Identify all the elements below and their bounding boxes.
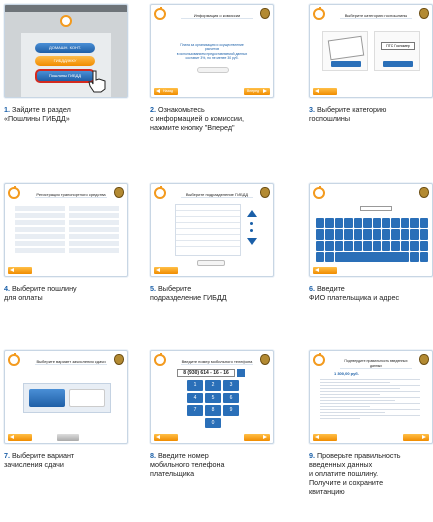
emblem-icon <box>419 187 429 198</box>
step-4-caption: 4. Выберите пошлину для оплаты <box>4 284 77 302</box>
fio-input[interactable] <box>360 206 392 211</box>
scroll-down-icon[interactable] <box>247 238 257 245</box>
step-1: ДОМАШН. КОНТ. ГИБДД/ЖКУ Пошлины ГИБДД 1.… <box>4 4 132 123</box>
logo-icon <box>154 7 166 20</box>
step-1-screenshot: ДОМАШН. КОНТ. ГИБДД/ЖКУ Пошлины ГИБДД <box>4 4 128 98</box>
logo-icon <box>313 353 325 366</box>
step-8: Введите номер мобильного телефона 8 (930… <box>150 350 278 478</box>
screen-title: Регистрация транспортного средства <box>35 192 107 198</box>
category-card-2[interactable]: ПТС Госномер <box>374 31 420 71</box>
numeric-keypad[interactable]: 1 2 3 4 5 6 7 8 9 0 <box>187 380 239 428</box>
screen-title: Выберите подразделение ГИБДД <box>181 192 253 198</box>
screen-title: Подтвердите правильность введенных данны… <box>340 359 412 369</box>
step-6: 6. Введите ФИО плательщика и адрес <box>309 183 433 302</box>
step-6-screenshot <box>309 183 433 277</box>
amount-value: 1 300,00 руб. <box>334 371 359 376</box>
step-7: Выберите вариант зачисления сдачи 7. Выб… <box>4 350 132 469</box>
back-button[interactable] <box>313 267 337 274</box>
forward-button[interactable]: Вперед <box>244 88 270 95</box>
logo-icon <box>154 186 166 199</box>
phone-input[interactable]: 8 (930) 614 - 16 - 16 <box>177 369 235 377</box>
screen-title: Информация о комиссии <box>181 13 253 19</box>
step-8-screenshot: Введите номер мобильного телефона 8 (930… <box>150 350 274 444</box>
step-2-screenshot: Информация о комиссии Плата за организац… <box>150 4 274 98</box>
hand-cursor-icon <box>87 69 107 93</box>
emblem-icon <box>260 354 270 365</box>
category-card-1[interactable] <box>322 31 368 71</box>
step-9-screenshot: Подтвердите правильность введенных данны… <box>309 350 433 444</box>
step-5: Выберите подразделение ГИБДД 5. Выберите… <box>150 183 278 302</box>
emblem-icon <box>260 187 270 198</box>
menu-item-2[interactable]: ГИБДД/ЖКУ <box>35 56 95 66</box>
step-9: Подтвердите правильность введенных данны… <box>309 350 433 496</box>
menu-item-1[interactable]: ДОМАШН. КОНТ. <box>35 43 95 53</box>
step-5-caption: 5. Выберите подразделение ГИБДД <box>150 284 227 302</box>
screen-title: Выберите вариант зачисления сдачи <box>35 359 107 365</box>
step-9-caption: 9. Проверьте правильность введенных данн… <box>309 451 401 496</box>
back-button[interactable]: Назад <box>154 88 178 95</box>
step-7-screenshot: Выберите вариант зачисления сдачи <box>4 350 128 444</box>
screen-title: Выберите категорию госпошлины <box>340 13 412 19</box>
emblem-icon <box>114 187 124 198</box>
step-3: Выберите категорию госпошлины ПТС Госном… <box>309 4 433 123</box>
scroll-up-icon[interactable] <box>247 210 257 217</box>
step-3-caption: 3. Выберите категорию госпошлины <box>309 105 387 123</box>
back-button[interactable] <box>8 267 32 274</box>
emblem-icon <box>419 354 429 365</box>
change-option-2[interactable] <box>69 389 105 407</box>
step-1-caption: 1. Зайдите в раздел «Пошлины ГИБДД» <box>4 105 71 123</box>
back-button[interactable] <box>8 434 32 441</box>
pay-button[interactable] <box>403 434 429 441</box>
step-5-screenshot: Выберите подразделение ГИБДД <box>150 183 274 277</box>
back-button[interactable] <box>154 434 178 441</box>
logo-icon <box>8 186 20 199</box>
step-2-caption: 2. Ознакомьтесь с информацией о комиссии… <box>150 105 244 132</box>
menu-item-gibdd[interactable]: Пошлины ГИБДД <box>35 69 95 83</box>
logo-icon <box>8 353 20 366</box>
logo-icon <box>154 353 166 366</box>
step-4: Регистрация транспортного средства 4. Вы… <box>4 183 132 302</box>
step-2: Информация о комиссии Плата за организац… <box>150 4 278 132</box>
screen-title: Введите номер мобильного телефона <box>181 359 253 365</box>
emblem-icon <box>419 8 429 19</box>
emblem-icon <box>114 354 124 365</box>
step-7-caption: 7. Выберите вариант зачисления сдачи <box>4 451 75 469</box>
step-4-screenshot: Регистрация транспортного средства <box>4 183 128 277</box>
step-8-caption: 8. Введите номер мобильного телефона пла… <box>150 451 225 478</box>
emblem-icon <box>260 8 270 19</box>
change-option-1[interactable] <box>29 389 65 407</box>
back-button[interactable] <box>313 88 337 95</box>
cancel-button[interactable] <box>57 434 79 441</box>
logo-icon <box>313 186 325 199</box>
keyboard[interactable] <box>316 218 428 262</box>
forward-button[interactable] <box>244 434 270 441</box>
step-3-screenshot: Выберите категорию госпошлины ПТС Госном… <box>309 4 433 98</box>
step-6-caption: 6. Введите ФИО плательщика и адрес <box>309 284 400 302</box>
logo-icon <box>313 7 325 20</box>
back-button[interactable] <box>313 434 337 441</box>
back-button[interactable] <box>154 267 178 274</box>
